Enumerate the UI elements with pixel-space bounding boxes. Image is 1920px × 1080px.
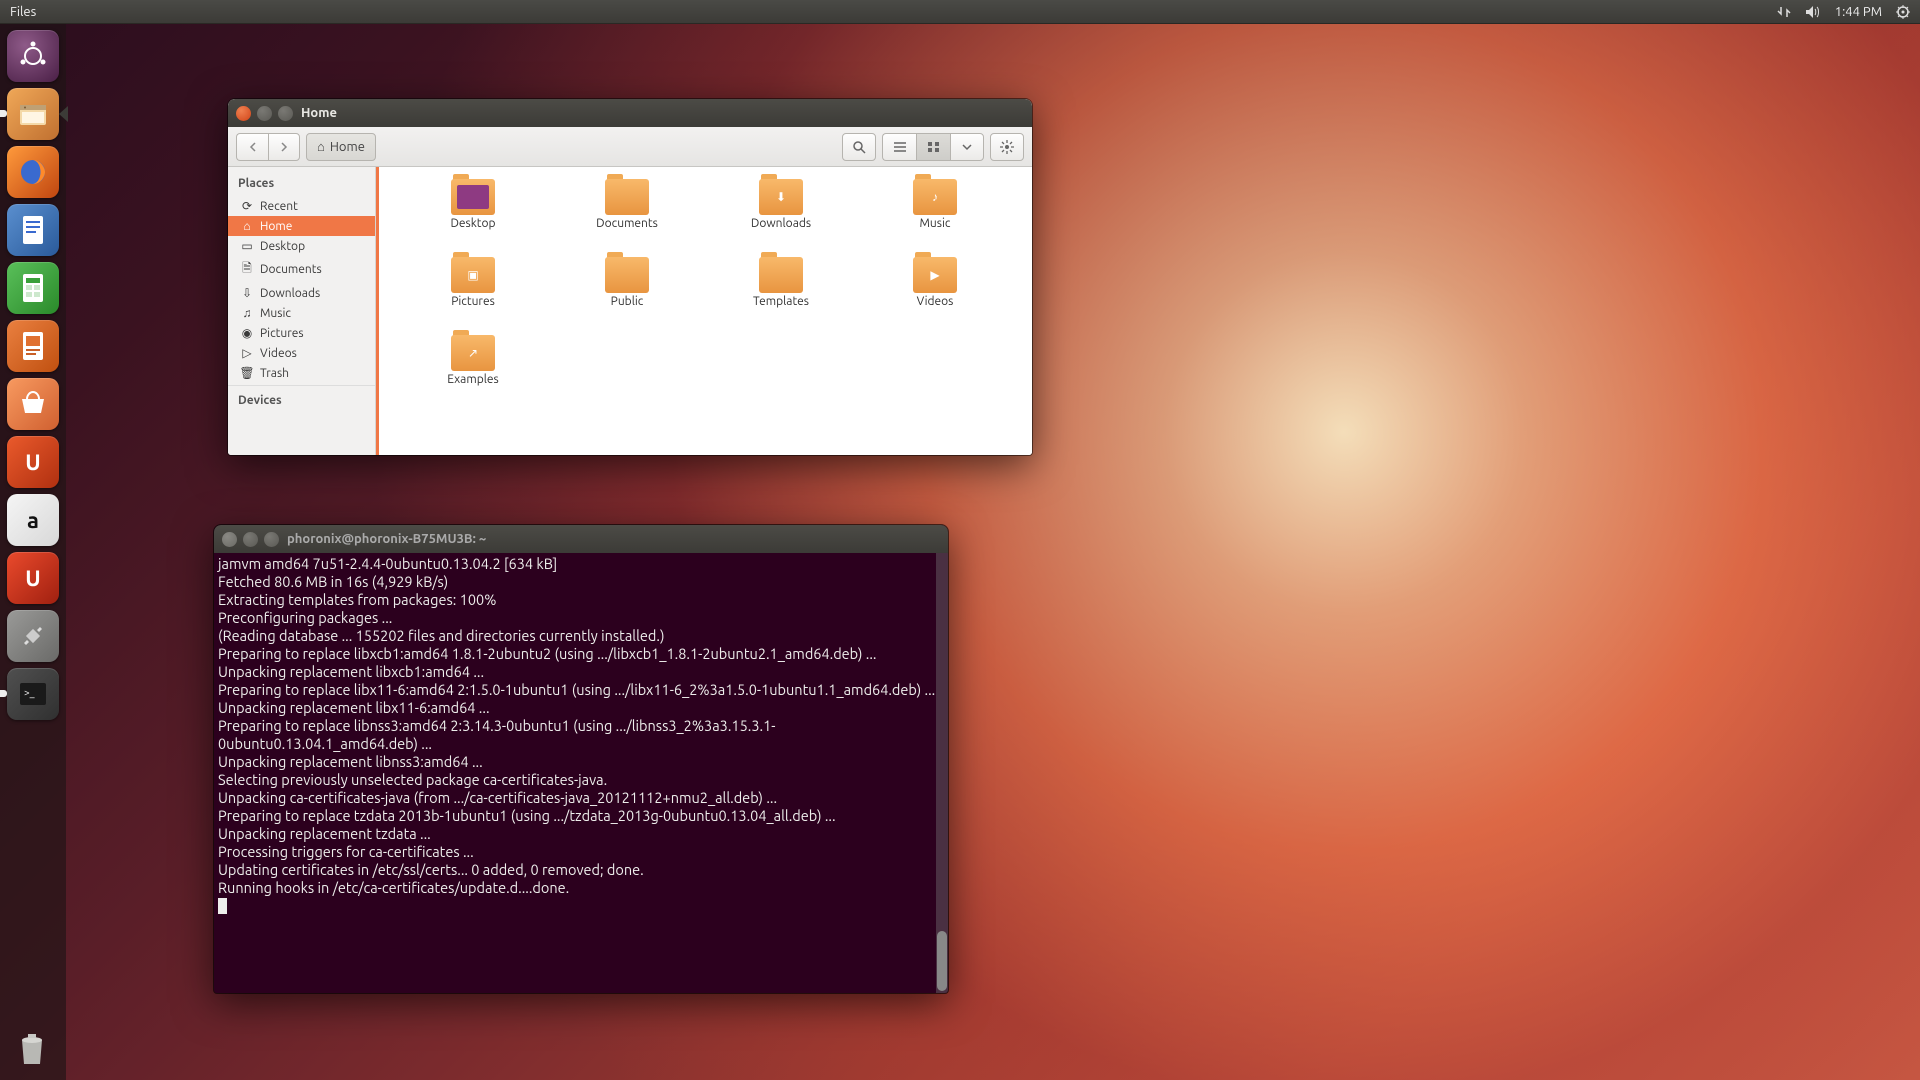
folder-label: Music <box>920 217 951 230</box>
folder-label: Templates <box>753 295 809 308</box>
terminal-titlebar[interactable]: phoronix@phoronix-B75MU3B: ~ <box>214 525 948 553</box>
svg-text:>_: >_ <box>24 687 35 698</box>
close-button[interactable] <box>222 532 237 547</box>
terminal-window-title: phoronix@phoronix-B75MU3B: ~ <box>287 532 486 546</box>
pictures-icon: ◉ <box>240 326 254 340</box>
settings-gear-button[interactable] <box>990 133 1024 161</box>
terminal-cursor <box>218 898 227 914</box>
documents-icon: 🗎 <box>240 259 254 280</box>
launcher-trash[interactable] <box>12 1028 54 1070</box>
session-gear-icon[interactable] <box>1896 5 1910 19</box>
folder-label: Desktop <box>450 217 495 230</box>
trash-icon: 🗑 <box>240 366 254 380</box>
launcher-ubuntu-one[interactable]: U <box>7 436 59 488</box>
terminal-output[interactable]: jamvm amd64 7u51-2.4.4-0ubuntu0.13.04.2 … <box>214 553 948 993</box>
top-menu-bar: Files 1:44 PM <box>0 0 1920 24</box>
sound-icon[interactable] <box>1805 5 1821 19</box>
sidebar-heading-places: Places <box>228 171 375 196</box>
view-grid-button[interactable] <box>916 133 950 161</box>
folder-desktop[interactable]: Desktop <box>396 179 550 257</box>
folder-icon <box>451 179 495 215</box>
minimize-button[interactable] <box>243 532 258 547</box>
folder-icon <box>759 257 803 293</box>
breadcrumb-label: Home <box>330 140 365 154</box>
sidebar-item-pictures[interactable]: ◉Pictures <box>228 323 375 343</box>
folder-icon: ▶ <box>913 257 957 293</box>
recent-icon: ⟳ <box>240 199 254 213</box>
sidebar-item-recent[interactable]: ⟳Recent <box>228 196 375 216</box>
folder-icon: ⬇ <box>759 179 803 215</box>
folder-icon: ♪ <box>913 179 957 215</box>
sidebar-item-trash[interactable]: 🗑Trash <box>228 363 375 383</box>
files-window-title: Home <box>301 106 337 120</box>
launcher-writer[interactable] <box>7 204 59 256</box>
desktop-icon: ▭ <box>240 239 254 253</box>
launcher-amazon[interactable]: a <box>7 494 59 546</box>
clock-label[interactable]: 1:44 PM <box>1835 5 1882 19</box>
launcher-calc[interactable] <box>7 262 59 314</box>
search-button[interactable] <box>842 133 876 161</box>
terminal-scrollbar[interactable] <box>936 553 948 993</box>
folder-downloads[interactable]: ⬇ Downloads <box>704 179 858 257</box>
folder-icon <box>605 257 649 293</box>
folder-icon <box>605 179 649 215</box>
folder-music[interactable]: ♪ Music <box>858 179 1012 257</box>
breadcrumb-home[interactable]: ⌂ Home <box>306 133 376 161</box>
back-button[interactable] <box>236 133 268 161</box>
maximize-button[interactable] <box>278 106 293 121</box>
minimize-button[interactable] <box>257 106 272 121</box>
launcher-impress[interactable] <box>7 320 59 372</box>
sidebar-item-videos[interactable]: ▷Videos <box>228 343 375 363</box>
folder-documents[interactable]: Documents <box>550 179 704 257</box>
music-icon: ♫ <box>240 306 254 320</box>
folder-templates[interactable]: Templates <box>704 257 858 335</box>
folder-videos[interactable]: ▶ Videos <box>858 257 1012 335</box>
folder-label: Downloads <box>751 217 811 230</box>
files-sidebar: Places ⟳Recent ⌂Home ▭Desktop 🗎Documents… <box>228 167 376 455</box>
launcher-terminal[interactable]: >_ <box>7 668 59 720</box>
videos-icon: ▷ <box>240 346 254 360</box>
sidebar-item-home[interactable]: ⌂Home <box>228 216 375 236</box>
forward-button[interactable] <box>268 133 300 161</box>
sidebar-item-music[interactable]: ♫Music <box>228 303 375 323</box>
sidebar-item-desktop[interactable]: ▭Desktop <box>228 236 375 256</box>
folder-pictures[interactable]: ▣ Pictures <box>396 257 550 335</box>
home-icon: ⌂ <box>317 139 325 154</box>
folder-label: Public <box>611 295 644 308</box>
folder-label: Videos <box>917 295 954 308</box>
folder-label: Documents <box>596 217 658 230</box>
view-dropdown-button[interactable] <box>950 133 984 161</box>
launcher-settings[interactable] <box>7 610 59 662</box>
launcher-firefox[interactable] <box>7 146 59 198</box>
folder-icon: ▣ <box>451 257 495 293</box>
active-app-label[interactable]: Files <box>10 5 36 19</box>
launcher-dash[interactable] <box>7 30 59 82</box>
close-button[interactable] <box>236 106 251 121</box>
terminal-window: phoronix@phoronix-B75MU3B: ~ jamvm amd64… <box>214 525 948 993</box>
file-grid[interactable]: Desktop Documents ⬇ Downloads ♪ Music ▣ … <box>376 167 1032 455</box>
folder-label: Pictures <box>451 295 495 308</box>
network-icon[interactable] <box>1777 5 1791 19</box>
files-titlebar[interactable]: Home <box>228 99 1032 127</box>
folder-public[interactable]: Public <box>550 257 704 335</box>
unity-launcher: U a U >_ <box>0 24 66 1080</box>
launcher-updates[interactable]: U <box>7 552 59 604</box>
home-icon: ⌂ <box>240 219 254 233</box>
downloads-icon: ⇩ <box>240 286 254 300</box>
folder-examples[interactable]: ↗ Examples <box>396 335 550 413</box>
view-list-button[interactable] <box>882 133 916 161</box>
folder-icon: ↗ <box>451 335 495 371</box>
files-window: Home ⌂ Home Places ⟳Recent ⌂Home ▭Deskto… <box>228 99 1032 455</box>
sidebar-heading-devices: Devices <box>228 388 375 413</box>
sidebar-item-downloads[interactable]: ⇩Downloads <box>228 283 375 303</box>
maximize-button[interactable] <box>264 532 279 547</box>
launcher-files[interactable] <box>7 88 59 140</box>
launcher-software-center[interactable] <box>7 378 59 430</box>
files-toolbar: ⌂ Home <box>228 127 1032 167</box>
folder-label: Examples <box>447 373 498 386</box>
sidebar-item-documents[interactable]: 🗎Documents <box>228 256 375 283</box>
